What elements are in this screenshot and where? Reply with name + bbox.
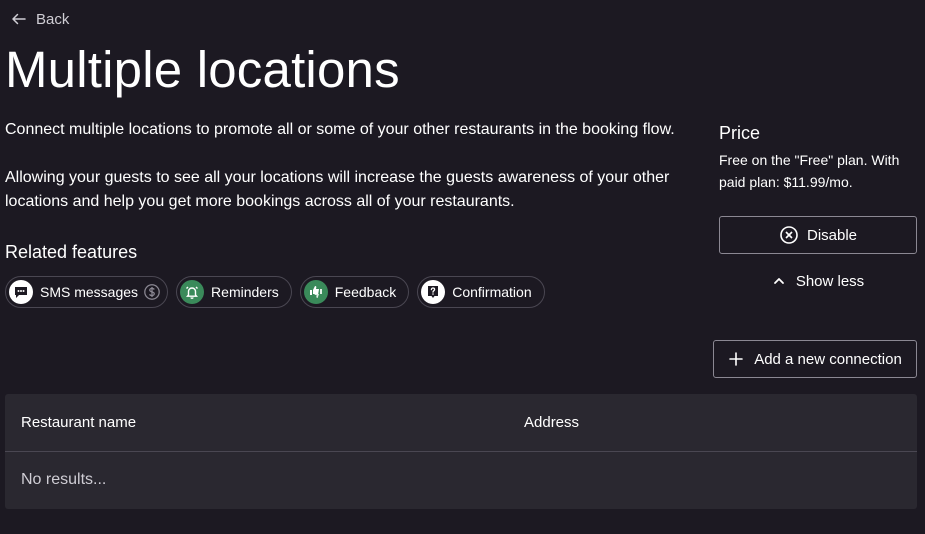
column-header-restaurant-name[interactable]: Restaurant name (5, 414, 509, 431)
description-paragraph-2: Allowing your guests to see all your loc… (5, 169, 670, 210)
dollar-icon (143, 283, 161, 301)
page-description: Connect multiple locations to promote al… (5, 118, 695, 214)
disable-button[interactable]: Disable (719, 216, 917, 254)
chip-reminders[interactable]: Reminders (176, 276, 292, 308)
chip-label: Reminders (211, 284, 279, 300)
related-features-list: SMS messages Reminders Feedback Confirma… (5, 276, 545, 308)
related-features-title: Related features (5, 242, 138, 262)
chip-confirmation[interactable]: Confirmation (417, 276, 545, 308)
chip-label: SMS messages (40, 284, 139, 300)
chip-label: Feedback (334, 284, 397, 300)
empty-state-text: No results... (21, 471, 107, 488)
message-icon (9, 280, 33, 304)
back-label: Back (36, 10, 70, 28)
add-connection-label: Add a new connection (754, 350, 902, 368)
alarm-icon (180, 280, 205, 304)
question-icon (421, 280, 446, 304)
chevron-up-icon (773, 278, 784, 284)
show-less-button[interactable]: Show less (719, 268, 917, 294)
close-circle-icon (780, 226, 798, 244)
page-title: Multiple locations (5, 41, 400, 98)
disable-button-label: Disable (806, 226, 858, 244)
price-description: Free on the "Free" plan. With paid plan:… (719, 152, 900, 190)
show-less-label: Show less (795, 272, 865, 290)
description-paragraph-1: Connect multiple locations to promote al… (5, 121, 675, 138)
arrow-left-icon (12, 13, 26, 25)
chip-label: Confirmation (452, 284, 532, 300)
thumbs-icon (303, 280, 328, 304)
connections-table: Restaurant name Address No results... (5, 394, 917, 509)
add-connection-button[interactable]: Add a new connection (713, 340, 917, 378)
plus-icon (729, 352, 743, 366)
table-header: Restaurant name Address (5, 394, 917, 452)
price-title: Price (719, 123, 761, 143)
chip-feedback[interactable]: Feedback (299, 276, 410, 308)
column-header-address[interactable]: Address (509, 414, 579, 431)
back-link[interactable]: Back (10, 10, 69, 28)
chip-sms-messages[interactable]: SMS messages (5, 276, 169, 308)
